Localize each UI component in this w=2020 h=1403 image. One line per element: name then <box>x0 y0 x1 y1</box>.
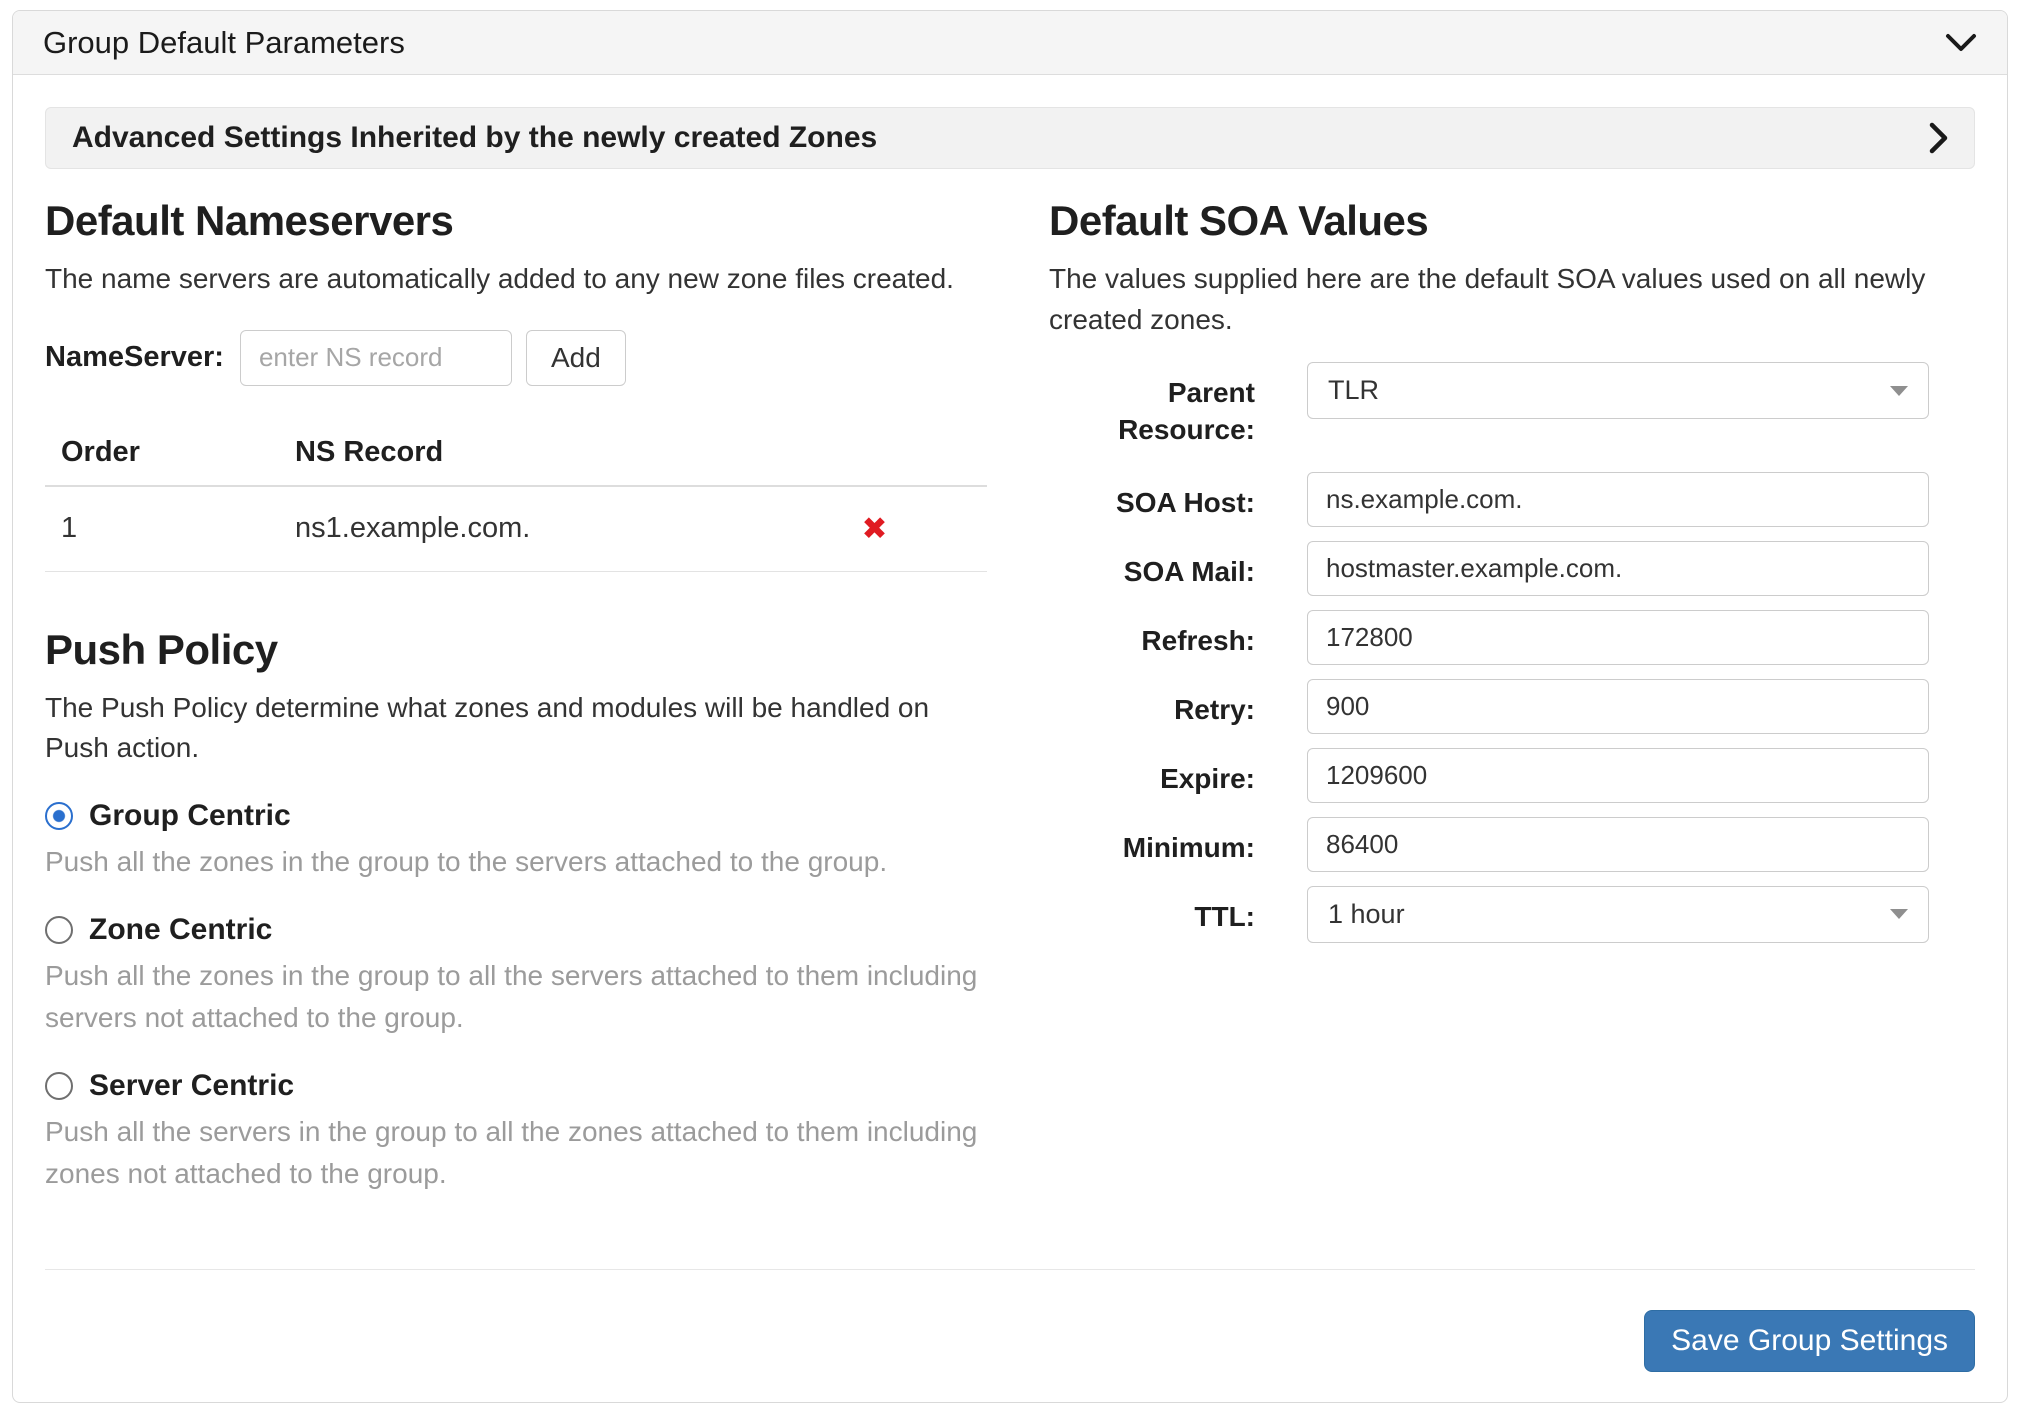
table-row: 1 ns1.example.com. ✖ <box>45 486 987 572</box>
soa-title: Default SOA Values <box>1049 197 1975 245</box>
refresh-input[interactable] <box>1307 610 1929 665</box>
nameserver-add-row: NameServer: Add <box>45 330 987 386</box>
ns-order-cell: 1 <box>45 486 283 572</box>
order-column-header: Order <box>45 420 283 486</box>
nameserver-label: NameServer: <box>45 341 224 374</box>
panel-body: Advanced Settings Inherited by the newly… <box>13 75 2007 1402</box>
panel-header[interactable]: Group Default Parameters <box>13 11 2007 75</box>
parent-resource-select[interactable]: TLR <box>1307 362 1929 419</box>
group-default-parameters-panel: Group Default Parameters Advanced Settin… <box>12 10 2008 1403</box>
push-policy-title: Push Policy <box>45 626 987 674</box>
left-column: Default Nameservers The name servers are… <box>45 169 987 1223</box>
server-centric-description: Push all the servers in the group to all… <box>45 1111 987 1195</box>
ns-record-cell: ns1.example.com. <box>283 486 762 572</box>
minimum-label: Minimum: <box>1049 817 1255 872</box>
ns-record-column-header: NS Record <box>283 420 762 486</box>
minimum-row: Minimum: <box>1049 817 1975 872</box>
refresh-row: Refresh: <box>1049 610 1975 665</box>
nameserver-input[interactable] <box>240 330 512 386</box>
soa-description: The values supplied here are the default… <box>1049 259 1975 340</box>
footer-actions: Save Group Settings <box>45 1269 1975 1372</box>
caret-down-icon <box>1890 909 1908 919</box>
actions-column-header <box>762 420 987 486</box>
expire-label: Expire: <box>1049 748 1255 803</box>
expire-row: Expire: <box>1049 748 1975 803</box>
soa-host-row: SOA Host: <box>1049 472 1975 527</box>
content-columns: Default Nameservers The name servers are… <box>45 169 1975 1223</box>
save-group-settings-button[interactable]: Save Group Settings <box>1644 1310 1975 1372</box>
group-centric-description: Push all the zones in the group to the s… <box>45 841 987 883</box>
retry-input[interactable] <box>1307 679 1929 734</box>
ttl-select[interactable]: 1 hour <box>1307 886 1929 943</box>
zone-centric-radio[interactable] <box>45 916 73 944</box>
nameservers-description: The name servers are automatically added… <box>45 259 987 300</box>
nameservers-table-header: Order NS Record <box>45 420 987 486</box>
caret-down-icon <box>1890 386 1908 396</box>
radio-option-zone-centric: Zone Centric <box>45 913 987 947</box>
server-centric-label[interactable]: Server Centric <box>89 1069 294 1103</box>
ttl-row: TTL: 1 hour <box>1049 886 1975 943</box>
soa-mail-label: SOA Mail: <box>1049 541 1255 596</box>
chevron-down-icon[interactable] <box>1945 33 1977 53</box>
refresh-label: Refresh: <box>1049 610 1255 665</box>
retry-row: Retry: <box>1049 679 1975 734</box>
minimum-input[interactable] <box>1307 817 1929 872</box>
parent-resource-value: TLR <box>1328 375 1379 406</box>
zone-centric-description: Push all the zones in the group to all t… <box>45 955 987 1039</box>
radio-option-group-centric: Group Centric <box>45 799 987 833</box>
chevron-right-icon <box>1928 122 1948 154</box>
advanced-settings-label: Advanced Settings Inherited by the newly… <box>72 121 877 155</box>
parent-resource-label: Parent Resource: <box>1049 362 1255 448</box>
right-column: Default SOA Values The values supplied h… <box>1049 169 1975 1223</box>
nameservers-table: Order NS Record 1 ns1.example.com. ✖ <box>45 420 987 572</box>
push-policy-description: The Push Policy determine what zones and… <box>45 688 987 769</box>
server-centric-radio[interactable] <box>45 1072 73 1100</box>
group-centric-label[interactable]: Group Centric <box>89 799 291 833</box>
parent-resource-row: Parent Resource: TLR <box>1049 362 1975 448</box>
zone-centric-label[interactable]: Zone Centric <box>89 913 272 947</box>
nameservers-title: Default Nameservers <box>45 197 987 245</box>
radio-option-server-centric: Server Centric <box>45 1069 987 1103</box>
advanced-settings-bar[interactable]: Advanced Settings Inherited by the newly… <box>45 107 1975 169</box>
ttl-value: 1 hour <box>1328 899 1405 930</box>
group-centric-radio[interactable] <box>45 802 73 830</box>
expire-input[interactable] <box>1307 748 1929 803</box>
retry-label: Retry: <box>1049 679 1255 734</box>
add-nameserver-button[interactable]: Add <box>526 330 626 386</box>
soa-host-input[interactable] <box>1307 472 1929 527</box>
soa-mail-row: SOA Mail: <box>1049 541 1975 596</box>
panel-title: Group Default Parameters <box>43 25 405 61</box>
soa-host-label: SOA Host: <box>1049 472 1255 527</box>
soa-mail-input[interactable] <box>1307 541 1929 596</box>
ttl-label: TTL: <box>1049 886 1255 943</box>
delete-nameserver-icon[interactable]: ✖ <box>862 511 888 546</box>
